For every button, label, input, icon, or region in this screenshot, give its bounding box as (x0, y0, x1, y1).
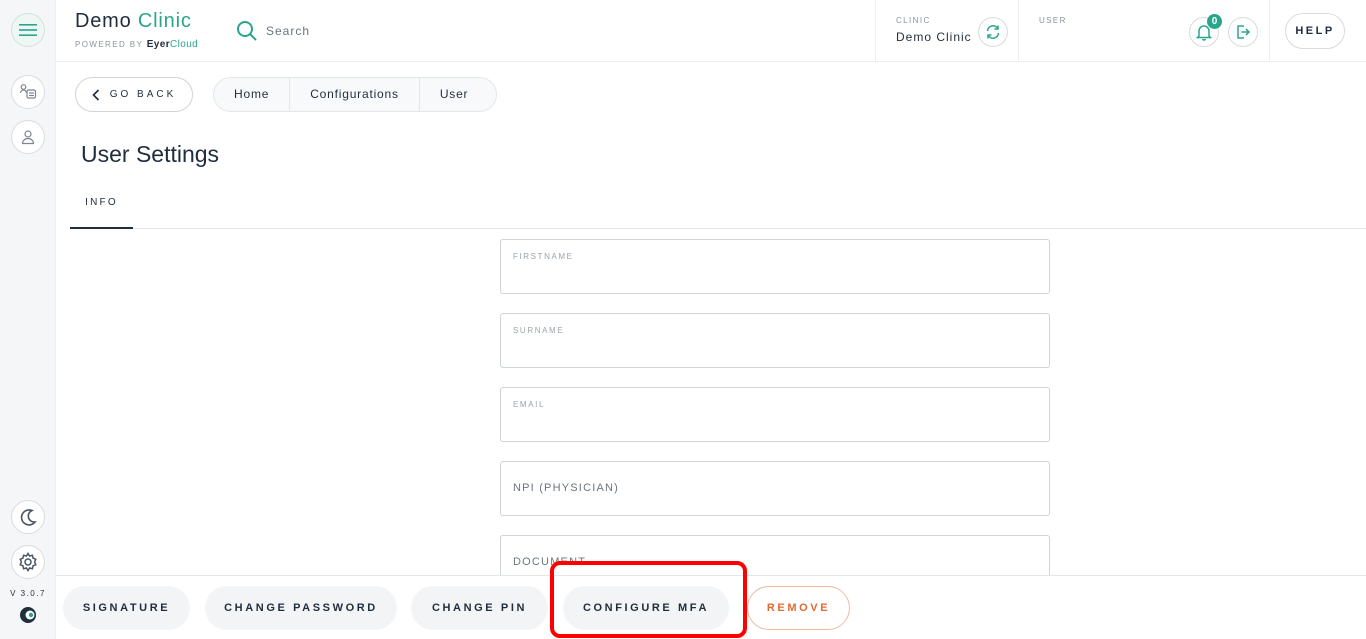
settings-button[interactable] (11, 545, 45, 579)
surname-input[interactable] (513, 338, 1033, 360)
logout-icon (1237, 25, 1251, 39)
search-icon[interactable] (236, 20, 258, 42)
breadcrumb-configurations[interactable]: Configurations (290, 78, 420, 111)
menu-button[interactable] (11, 13, 45, 47)
header-divider (875, 0, 876, 62)
brand-cloud: Cloud (170, 39, 199, 50)
eyercloud-logo-icon (20, 607, 36, 623)
sync-icon (986, 25, 1000, 39)
powered-by-label: POWERED BY (75, 40, 144, 49)
sync-clinic-button[interactable] (978, 17, 1008, 47)
help-button[interactable]: HELP (1285, 13, 1345, 49)
surname-field[interactable]: SURNAME (500, 313, 1050, 368)
notification-count-badge: 0 (1207, 14, 1222, 29)
npi-field[interactable]: NPI (PHYSICIAN) (500, 461, 1050, 516)
header-divider (1269, 0, 1270, 62)
moon-icon (20, 509, 37, 526)
app-version: V 3.0.7 (10, 589, 46, 598)
remove-button[interactable]: REMOVE (747, 586, 850, 630)
patients-list-button[interactable] (11, 75, 45, 109)
surname-label: SURNAME (513, 326, 565, 335)
tab-bar: INFO (70, 185, 1366, 229)
app-title-accent: Clinic (137, 10, 192, 32)
brand-eyer: Eyer (146, 39, 171, 50)
tab-info[interactable]: INFO (70, 185, 133, 229)
user-info-form: FIRSTNAME SURNAME EMAIL NPI (PHYSICIAN) … (500, 239, 1050, 575)
logout-button[interactable] (1228, 17, 1258, 47)
dark-mode-button[interactable] (11, 500, 45, 534)
breadcrumb-user[interactable]: User (420, 78, 497, 111)
user-label: USER (1039, 16, 1067, 25)
gear-icon (19, 552, 37, 572)
search-input[interactable] (266, 19, 666, 43)
change-password-button[interactable]: CHANGE PASSWORD (205, 586, 397, 630)
document-field[interactable]: DOCUMENT (500, 535, 1050, 575)
left-rail: V 3.0.7 (0, 0, 56, 639)
user-profile-button[interactable] (11, 120, 45, 154)
app-title-main: Demo (75, 10, 132, 32)
breadcrumb-home[interactable]: Home (214, 78, 291, 111)
email-label: EMAIL (513, 400, 546, 409)
header-divider (1018, 0, 1019, 62)
clinic-label: CLINIC (896, 16, 931, 25)
go-back-button[interactable]: GO BACK (75, 77, 193, 112)
page-title: User Settings (81, 141, 220, 167)
firstname-input[interactable] (513, 264, 1033, 286)
firstname-label: FIRSTNAME (513, 252, 574, 261)
change-pin-button[interactable]: CHANGE PIN (411, 586, 548, 630)
chevron-left-icon (92, 88, 99, 101)
configure-mfa-button[interactable]: CONFIGURE MFA (563, 586, 729, 630)
document-placeholder: DOCUMENT (513, 556, 587, 568)
user-icon (21, 130, 35, 145)
email-field[interactable]: EMAIL (500, 387, 1050, 442)
signature-button[interactable]: SIGNATURE (63, 586, 190, 630)
action-bar: SIGNATURE CHANGE PASSWORD CHANGE PIN CON… (56, 575, 1366, 639)
top-header: Demo Clinic POWERED BY EyerCloud CLINIC … (56, 0, 1366, 62)
npi-placeholder: NPI (PHYSICIAN) (513, 482, 620, 494)
clinic-name: Demo Clinic (896, 30, 972, 44)
firstname-field[interactable]: FIRSTNAME (500, 239, 1050, 294)
menu-icon (19, 24, 37, 36)
powered-by: POWERED BY EyerCloud (75, 39, 198, 50)
app-title: Demo Clinic (75, 10, 192, 33)
patients-list-icon (19, 84, 37, 99)
breadcrumb: Home Configurations User (213, 77, 498, 112)
email-input[interactable] (513, 412, 1033, 434)
go-back-label: GO BACK (109, 89, 177, 100)
